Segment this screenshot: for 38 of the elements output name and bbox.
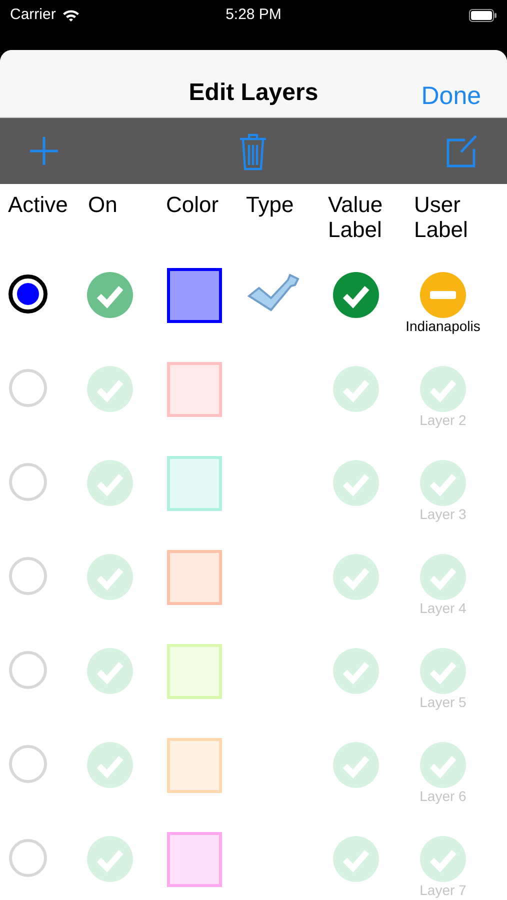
user-label-check-icon[interactable] bbox=[420, 836, 466, 882]
layer-name: Indianapolis bbox=[406, 317, 480, 336]
compose-icon[interactable] bbox=[445, 134, 479, 168]
value-label-check-icon[interactable] bbox=[333, 460, 379, 506]
layer-name: Layer 2 bbox=[420, 411, 466, 430]
done-button[interactable]: Done bbox=[421, 78, 481, 116]
layer-name: Layer 3 bbox=[420, 505, 466, 524]
column-header: Type bbox=[246, 192, 295, 219]
clock-time: 5:28 PM bbox=[226, 6, 282, 23]
value-label-check-icon[interactable] bbox=[333, 366, 379, 412]
user-label-check-icon[interactable] bbox=[420, 554, 466, 600]
value-label-check-icon[interactable] bbox=[333, 836, 379, 882]
sheet-title: Edit Layers bbox=[188, 78, 318, 108]
on-check-icon[interactable] bbox=[87, 272, 133, 318]
layer-name: Layer 7 bbox=[420, 881, 466, 900]
layer-name: Layer 4 bbox=[420, 599, 466, 618]
value-label-check-icon[interactable] bbox=[333, 742, 379, 788]
add-icon[interactable] bbox=[28, 135, 60, 167]
radio-button[interactable] bbox=[8, 274, 48, 314]
color-swatch[interactable] bbox=[167, 268, 222, 323]
wifi-icon bbox=[62, 8, 80, 22]
layer-name: Layer 5 bbox=[420, 693, 466, 712]
column-header: On bbox=[88, 192, 118, 219]
user-label-check-icon[interactable] bbox=[420, 460, 466, 506]
value-label-check-icon[interactable] bbox=[333, 554, 379, 600]
battery-icon bbox=[469, 8, 497, 22]
value-label-check-icon[interactable] bbox=[333, 648, 379, 694]
user-label-check-icon[interactable] bbox=[420, 366, 466, 412]
carrier-label: Carrier bbox=[10, 4, 56, 25]
value-label-check-icon[interactable] bbox=[333, 272, 379, 318]
minus-circle-icon[interactable] bbox=[420, 272, 466, 318]
layer-name: Layer 6 bbox=[420, 787, 466, 806]
user-label-check-icon[interactable] bbox=[420, 648, 466, 694]
user-label-check-icon[interactable] bbox=[420, 742, 466, 788]
column-header: Active bbox=[8, 192, 69, 219]
column-header: Color bbox=[166, 192, 220, 219]
column-header: Value Label bbox=[328, 192, 384, 242]
column-header: User Label bbox=[414, 192, 469, 242]
